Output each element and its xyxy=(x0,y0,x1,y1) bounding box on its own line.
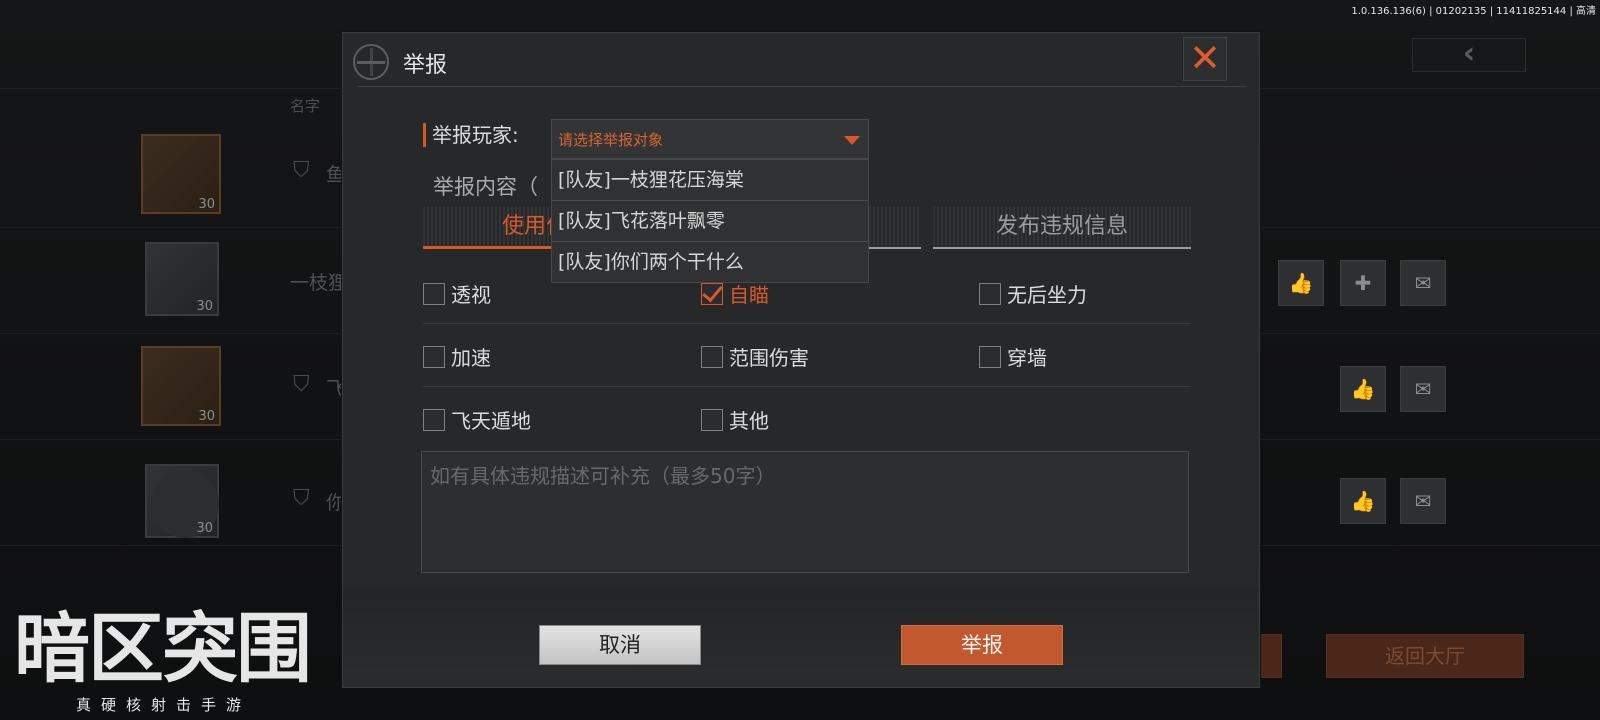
report-dialog: 举报 ✕ 举报玩家: 请选择举报对象 举报内容（ 使用作弊 消极行为 发布违规信… xyxy=(342,32,1260,688)
add-friend-button[interactable]: ✚ xyxy=(1340,260,1386,306)
checkbox[interactable] xyxy=(979,282,1001,305)
option-label: 无后坐力 xyxy=(1007,283,1087,307)
return-lobby-button[interactable]: 返回大厅 xyxy=(1326,634,1524,678)
option-label: 加速 xyxy=(451,346,491,370)
version-info: 1.0.136.136(6) | 01202135 | 11411825144 … xyxy=(1351,6,1596,17)
game-logo: 暗区突围 xyxy=(14,604,312,693)
level-badge: 30 xyxy=(196,521,213,536)
option-no-recoil[interactable]: 无后坐力 xyxy=(979,279,1087,308)
dropdown-option[interactable]: [队友]你们两个干什么 xyxy=(552,242,868,283)
like-button[interactable]: 👍 xyxy=(1340,366,1386,412)
avatar: 30 xyxy=(145,464,219,538)
message-button[interactable]: ✉ xyxy=(1400,478,1446,524)
checkbox[interactable] xyxy=(423,282,445,305)
checkbox[interactable] xyxy=(701,408,723,431)
checkbox[interactable] xyxy=(423,345,445,368)
shield-icon: ⛉ xyxy=(293,158,310,183)
close-button[interactable]: ✕ xyxy=(1183,37,1227,81)
options-row: 飞天遁地 其他 xyxy=(423,387,1191,450)
checkbox-checked[interactable] xyxy=(701,282,723,305)
checkbox[interactable] xyxy=(701,345,723,368)
thumbs-up-icon: 👍 xyxy=(1350,377,1376,401)
dialog-title: 举报 xyxy=(403,53,448,78)
report-content-label: 举报内容（ xyxy=(433,175,538,199)
option-fly-dig[interactable]: 飞天遁地 xyxy=(423,405,531,434)
chat-icon: ✉ xyxy=(1414,271,1432,295)
tab-illegal-info[interactable]: 发布违规信息 xyxy=(933,207,1191,249)
option-label: 穿墙 xyxy=(1007,346,1047,370)
avatar: 30 xyxy=(145,242,219,316)
cancel-button[interactable]: 取消 xyxy=(539,625,701,665)
thumbs-up-icon: 👍 xyxy=(1288,271,1314,295)
option-area-damage[interactable]: 范围伤害 xyxy=(701,342,809,371)
back-button[interactable]: ‹ xyxy=(1412,38,1526,72)
option-label: 范围伤害 xyxy=(729,346,809,370)
option-label: 飞天遁地 xyxy=(451,409,531,433)
select-placeholder: 请选择举报对象 xyxy=(558,131,664,149)
message-button[interactable]: ✉ xyxy=(1400,366,1446,412)
option-label: 自瞄 xyxy=(729,283,769,307)
description-placeholder: 如有具体违规描述可补充（最多50字） xyxy=(430,464,776,488)
dropdown-option[interactable]: [队友]飞花落叶飘零 xyxy=(552,201,868,242)
option-aimbot[interactable]: 自瞄 xyxy=(701,279,769,308)
dropdown-arrow-icon xyxy=(844,136,860,145)
close-icon: ✕ xyxy=(1189,36,1221,80)
avatar: 30 xyxy=(141,134,221,214)
chevron-left-icon: ‹ xyxy=(1462,36,1476,71)
option-other[interactable]: 其他 xyxy=(701,405,769,434)
submit-report-button[interactable]: 举报 xyxy=(901,625,1063,665)
description-textarea[interactable]: 如有具体违规描述可补充（最多50字） xyxy=(421,451,1189,573)
like-button[interactable]: 👍 xyxy=(1278,260,1324,306)
shield-icon: ⛉ xyxy=(293,372,310,397)
thumbs-up-icon: 👍 xyxy=(1350,489,1376,513)
option-speed[interactable]: 加速 xyxy=(423,342,491,371)
avatar: 30 xyxy=(141,346,221,426)
option-wallhack[interactable]: 透视 xyxy=(423,279,491,308)
checkbox[interactable] xyxy=(979,345,1001,368)
option-label: 其他 xyxy=(729,409,769,433)
options-row: 加速 范围伤害 穿墙 xyxy=(423,324,1191,387)
option-wall-clip[interactable]: 穿墙 xyxy=(979,342,1047,371)
dialog-title-bar: 举报 ✕ xyxy=(343,33,1259,89)
checkbox[interactable] xyxy=(423,408,445,431)
shield-icon: ⛉ xyxy=(293,486,310,511)
chat-icon: ✉ xyxy=(1414,489,1432,513)
like-button[interactable]: 👍 xyxy=(1340,478,1386,524)
level-badge: 30 xyxy=(198,409,215,424)
option-label: 透视 xyxy=(451,283,491,307)
dropdown-option[interactable]: [队友]一枝狸花压海棠 xyxy=(552,160,868,201)
chat-icon: ✉ xyxy=(1414,377,1432,401)
background-column-name: 名字 xyxy=(290,97,321,115)
level-badge: 30 xyxy=(198,197,215,212)
dialog-footer xyxy=(343,589,1259,687)
report-player-label: 举报玩家: xyxy=(423,123,519,147)
add-user-icon: ✚ xyxy=(1354,271,1372,295)
title-divider xyxy=(357,86,1247,87)
globe-emblem-icon xyxy=(353,44,389,80)
message-button[interactable]: ✉ xyxy=(1400,260,1446,306)
report-target-select[interactable]: 请选择举报对象 xyxy=(551,119,869,159)
player-name: 一枝狸 xyxy=(290,272,348,294)
game-logo-subtitle: 真硬核射击手游 xyxy=(76,696,252,714)
report-target-dropdown: [队友]一枝狸花压海棠 [队友]飞花落叶飘零 [队友]你们两个干什么 xyxy=(551,159,869,283)
level-badge: 30 xyxy=(196,299,213,314)
